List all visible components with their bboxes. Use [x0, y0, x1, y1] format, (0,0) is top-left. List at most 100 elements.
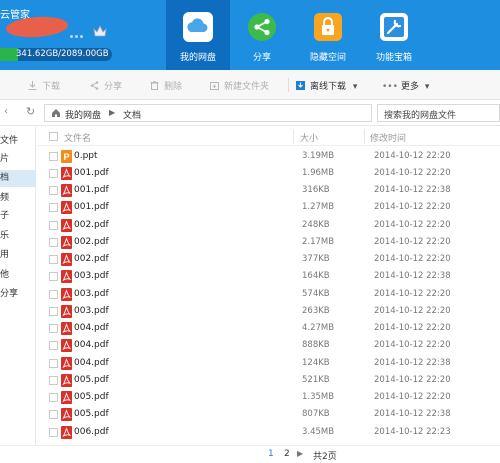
share-button[interactable]: 分享 — [90, 79, 122, 92]
row-checkbox[interactable] — [49, 341, 58, 351]
pdf-file-icon — [61, 201, 72, 215]
table-row[interactable]: 001.pdf 316KB 2014-10-12 22:38 — [37, 182, 500, 199]
file-modified: 2014-10-12 22:20 — [374, 288, 451, 299]
file-size: 263KB — [302, 305, 330, 316]
table-row[interactable]: 002.pdf 2.17MB 2014-10-12 22:20 — [37, 234, 500, 251]
table-row[interactable]: 003.pdf 574KB 2014-10-12 22:20 — [37, 286, 500, 303]
row-checkbox[interactable] — [49, 358, 58, 368]
row-checkbox[interactable] — [49, 220, 58, 230]
sidebar-item[interactable]: 用 — [0, 247, 36, 264]
vip-crown-icon[interactable] — [93, 24, 107, 38]
sidebar-item[interactable]: 频 — [0, 190, 36, 207]
caret-down-icon: ▾ — [424, 82, 430, 92]
nav-my-disk[interactable]: 我的网盘 — [166, 0, 230, 70]
pdf-file-icon — [61, 184, 72, 197]
sidebar-item[interactable]: 乐 — [0, 228, 36, 245]
row-checkbox[interactable] — [49, 427, 58, 437]
table-row[interactable]: 006.pdf 3.45MB 2014-10-12 22:23 — [37, 424, 500, 441]
sidebar-item[interactable]: 档 — [0, 170, 36, 187]
file-size: 888KB — [302, 340, 330, 351]
table-row[interactable]: 004.pdf 888KB 2014-10-12 22:20 — [37, 337, 500, 354]
sidebar-item[interactable]: 分享 — [0, 286, 36, 303]
storage-quota-bar: 341.62GB/2089.00GB — [0, 48, 112, 61]
row-checkbox[interactable] — [49, 255, 58, 264]
pdf-file-icon — [61, 322, 72, 335]
row-checkbox[interactable] — [49, 324, 58, 333]
download-icon — [28, 81, 37, 90]
sidebar-item[interactable]: 他 — [0, 267, 36, 284]
select-all-checkbox[interactable] — [49, 132, 58, 141]
nav-my-disk-label: 我的网盘 — [179, 53, 216, 63]
column-divider[interactable] — [364, 129, 365, 144]
more-button[interactable]: ••• 更多 ▾ — [382, 79, 429, 92]
pdf-file-icon — [61, 425, 72, 439]
pagination: 1 2 ▶ 共2页 — [0, 445, 500, 463]
row-checkbox[interactable] — [49, 272, 58, 282]
page-2-link[interactable]: 2 — [284, 449, 290, 459]
search-input[interactable]: 搜索我的网盘文件 — [377, 104, 500, 122]
row-checkbox[interactable] — [49, 168, 58, 178]
nav-toolbox[interactable]: 功能宝箱 — [362, 0, 426, 70]
offline-download-button[interactable]: 离线下载 ▾ — [296, 79, 357, 92]
breadcrumb-current[interactable]: 文档 — [123, 108, 141, 121]
file-modified: 2014-10-12 22:20 — [374, 323, 451, 333]
file-modified: 2014-10-12 22:20 — [374, 150, 451, 161]
page-1-link[interactable]: 1 — [268, 449, 274, 459]
download-button[interactable]: 下载 — [28, 79, 60, 92]
column-divider[interactable] — [293, 129, 294, 144]
delete-button[interactable]: 删除 — [150, 79, 182, 92]
table-row[interactable]: 003.pdf 263KB 2014-10-12 22:20 — [37, 303, 500, 320]
refresh-icon[interactable]: ↻ — [26, 105, 35, 118]
table-row[interactable]: 005.pdf 521KB 2014-10-12 22:20 — [37, 372, 500, 389]
row-checkbox[interactable] — [49, 375, 58, 385]
address-bar: ‹ ↻ 我的网盘 ▶ 文档 搜索我的网盘文件 — [0, 100, 500, 126]
row-checkbox[interactable] — [49, 393, 58, 402]
file-list-header: 文件名 大小 修改时间 — [37, 127, 500, 146]
table-row[interactable]: 005.pdf 1.35MB 2014-10-12 22:20 — [37, 389, 500, 406]
row-checkbox[interactable] — [49, 289, 58, 299]
file-name: 004.pdf — [74, 323, 109, 333]
row-checkbox[interactable] — [49, 237, 58, 247]
row-checkbox[interactable] — [49, 203, 58, 213]
back-arrow-icon[interactable]: ‹ — [4, 106, 8, 117]
table-row[interactable]: 003.pdf 164KB 2014-10-12 22:38 — [37, 268, 500, 285]
table-row[interactable]: P 0.ppt 3.19MB 2014-10-12 22:20 — [37, 148, 500, 165]
row-checkbox[interactable] — [49, 306, 58, 316]
sidebar-item[interactable]: 片 — [0, 151, 36, 168]
column-name[interactable]: 文件名 — [64, 131, 91, 144]
pdf-file-icon — [61, 391, 72, 404]
chevron-right-icon[interactable]: ▶ — [297, 449, 303, 458]
breadcrumb-root[interactable]: 我的网盘 — [65, 108, 101, 121]
toolbox-icon — [379, 12, 409, 42]
sidebar-item[interactable]: 子 — [0, 208, 36, 225]
sidebar: 文件片档频子乐用他分享 — [0, 127, 36, 445]
file-name: 002.pdf — [74, 219, 109, 230]
file-modified: 2014-10-12 22:20 — [374, 374, 451, 385]
nav-hidden-space-label: 隐藏空间 — [309, 53, 346, 63]
offline-download-icon — [296, 81, 305, 90]
new-folder-label: 新建文件夹 — [224, 82, 270, 92]
row-checkbox[interactable] — [49, 186, 58, 195]
column-modified[interactable]: 修改时间 — [370, 131, 406, 144]
sidebar-item[interactable]: 文件 — [0, 133, 36, 150]
file-size: 377KB — [302, 254, 330, 264]
new-folder-button[interactable]: 新建文件夹 — [210, 79, 269, 92]
nav-hidden-space[interactable]: 隐藏空间 — [296, 0, 360, 70]
pdf-file-icon — [61, 270, 72, 284]
table-row[interactable]: 002.pdf 377KB 2014-10-12 22:20 — [37, 251, 500, 268]
table-row[interactable]: 005.pdf 807KB 2014-10-12 22:38 — [37, 406, 500, 423]
table-row[interactable]: 001.pdf 1.27MB 2014-10-12 22:20 — [37, 199, 500, 216]
lock-icon — [313, 12, 343, 42]
table-row[interactable]: 004.pdf 4.27MB 2014-10-12 22:20 — [37, 320, 500, 337]
row-checkbox[interactable] — [49, 151, 58, 161]
file-name: 001.pdf — [74, 202, 109, 213]
nav-share[interactable]: 分享 — [230, 0, 294, 70]
table-row[interactable]: 004.pdf 124KB 2014-10-12 22:38 — [37, 355, 500, 372]
column-size[interactable]: 大小 — [300, 131, 318, 144]
share-label: 分享 — [104, 82, 123, 92]
page-total: 共2页 — [313, 452, 337, 462]
table-row[interactable]: 001.pdf 1.96MB 2014-10-12 22:20 — [37, 165, 500, 182]
table-row[interactable]: 002.pdf 248KB 2014-10-12 22:20 — [37, 217, 500, 234]
row-checkbox[interactable] — [49, 410, 58, 420]
home-icon[interactable] — [51, 108, 61, 121]
